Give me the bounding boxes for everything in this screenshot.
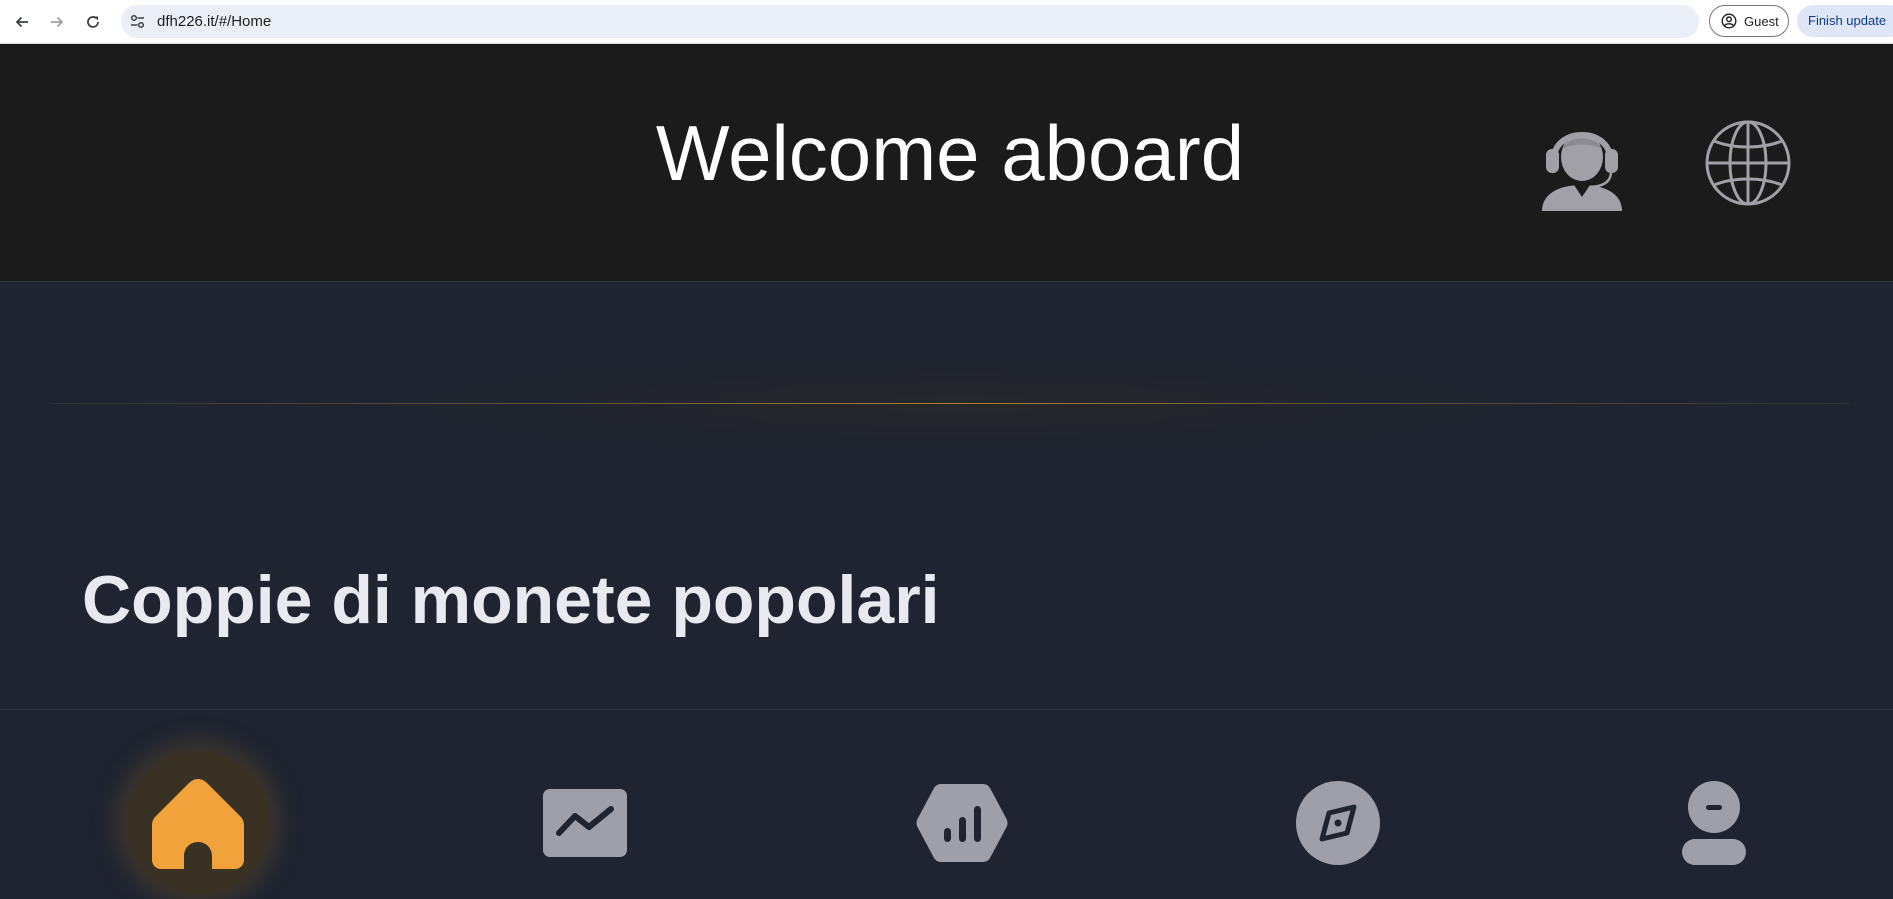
reload-icon <box>87 16 99 28</box>
back-arrow-icon <box>15 16 28 28</box>
browser-toolbar: dfh226.it/#/Home Guest Finish update <box>0 0 1893 44</box>
forward-arrow-icon <box>51 16 64 28</box>
site-settings-icon[interactable] <box>129 13 146 30</box>
forward-button[interactable] <box>44 9 70 35</box>
market-trend-icon[interactable] <box>543 789 627 857</box>
back-button[interactable] <box>9 9 35 35</box>
banner-divider <box>52 403 1850 404</box>
finish-update-button[interactable]: Finish update <box>1797 5 1893 37</box>
customer-support-icon[interactable] <box>1538 115 1626 211</box>
page-header: Welcome aboard <box>0 44 1893 282</box>
guest-profile-button[interactable]: Guest <box>1709 5 1789 37</box>
address-bar[interactable]: dfh226.it/#/Home <box>121 5 1699 38</box>
section-title: Coppie di monete popolari <box>82 562 940 638</box>
guest-label: Guest <box>1744 13 1779 29</box>
url-text[interactable]: dfh226.it/#/Home <box>157 5 271 38</box>
reload-button[interactable] <box>80 9 106 35</box>
globe-icon[interactable] <box>1704 119 1792 207</box>
banner-glow <box>390 355 1530 455</box>
compass-icon[interactable] <box>1296 781 1380 865</box>
home-icon[interactable] <box>150 776 246 870</box>
profile-icon[interactable] <box>1680 781 1748 865</box>
stats-hexagon-icon[interactable] <box>916 782 1008 864</box>
account-circle-icon <box>1721 13 1737 29</box>
